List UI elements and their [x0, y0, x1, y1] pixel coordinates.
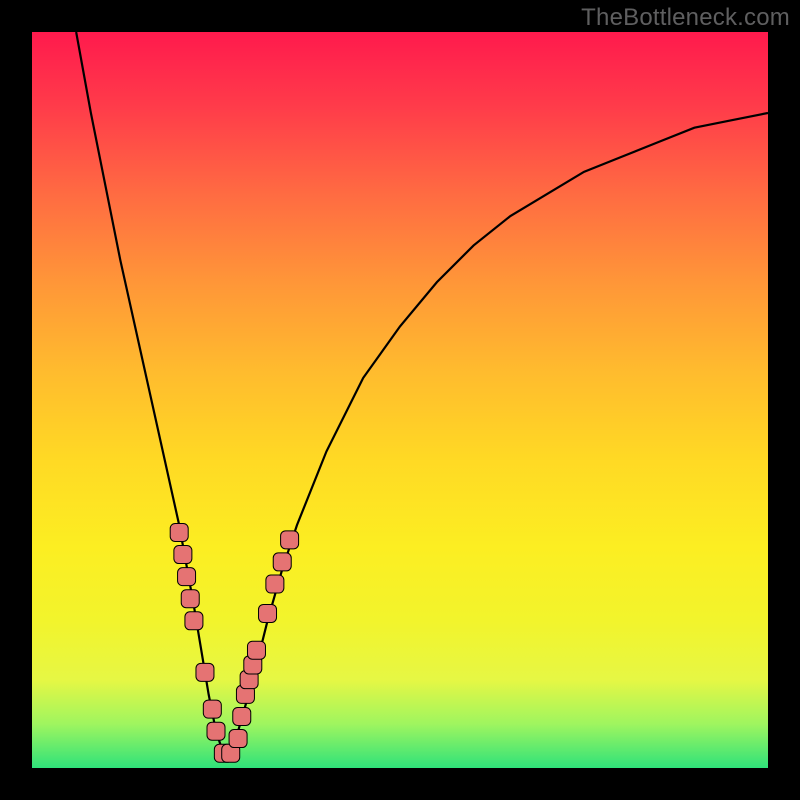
watermark-text: TheBottleneck.com: [581, 4, 790, 32]
plot-area: [32, 32, 768, 768]
curve-marker: [229, 730, 247, 748]
curve-marker: [181, 590, 199, 608]
curve-marker: [273, 553, 291, 571]
curve-marker: [259, 604, 277, 622]
chart-frame: TheBottleneck.com: [0, 0, 800, 800]
curve-marker: [207, 722, 225, 740]
curve-marker: [266, 575, 284, 593]
bottleneck-curve-path: [76, 32, 768, 753]
curve-marker: [196, 663, 214, 681]
curve-marker: [281, 531, 299, 549]
curve-marker: [247, 641, 265, 659]
curve-marker: [178, 568, 196, 586]
curve-marker: [174, 546, 192, 564]
curve-marker: [170, 523, 188, 541]
marker-group: [170, 523, 298, 762]
curve-marker: [233, 707, 251, 725]
bottleneck-curve-svg: [32, 32, 768, 768]
curve-marker: [203, 700, 221, 718]
curve-marker: [185, 612, 203, 630]
